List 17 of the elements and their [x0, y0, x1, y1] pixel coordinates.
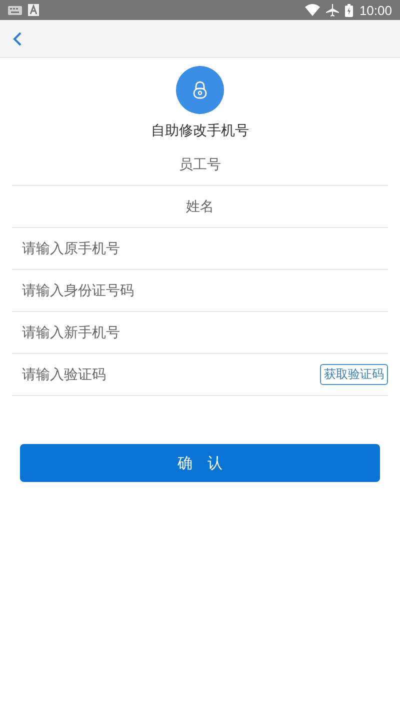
back-icon[interactable]	[13, 32, 22, 46]
get-code-button[interactable]: 获取验证码	[320, 364, 388, 385]
confirm-button[interactable]: 确 认	[20, 444, 380, 482]
input-field[interactable]: 请输入身份证号码	[12, 276, 388, 306]
battery-icon	[345, 4, 354, 16]
lock-icon	[176, 66, 224, 114]
input-field[interactable]: 请输入原手机号	[12, 234, 388, 264]
airplane-icon	[326, 4, 340, 16]
wifi-icon	[305, 4, 320, 16]
text-icon	[28, 4, 39, 16]
page-title: 自助修改手机号	[151, 122, 249, 140]
status-time: 10:00	[359, 2, 392, 18]
input-field[interactable]: 姓名	[12, 192, 388, 222]
input-field[interactable]: 请输入新手机号	[12, 318, 388, 348]
input-field[interactable]: 请输入验证码	[12, 360, 320, 390]
input-field[interactable]: 员工号	[12, 150, 388, 180]
keyboard-icon	[8, 6, 22, 14]
